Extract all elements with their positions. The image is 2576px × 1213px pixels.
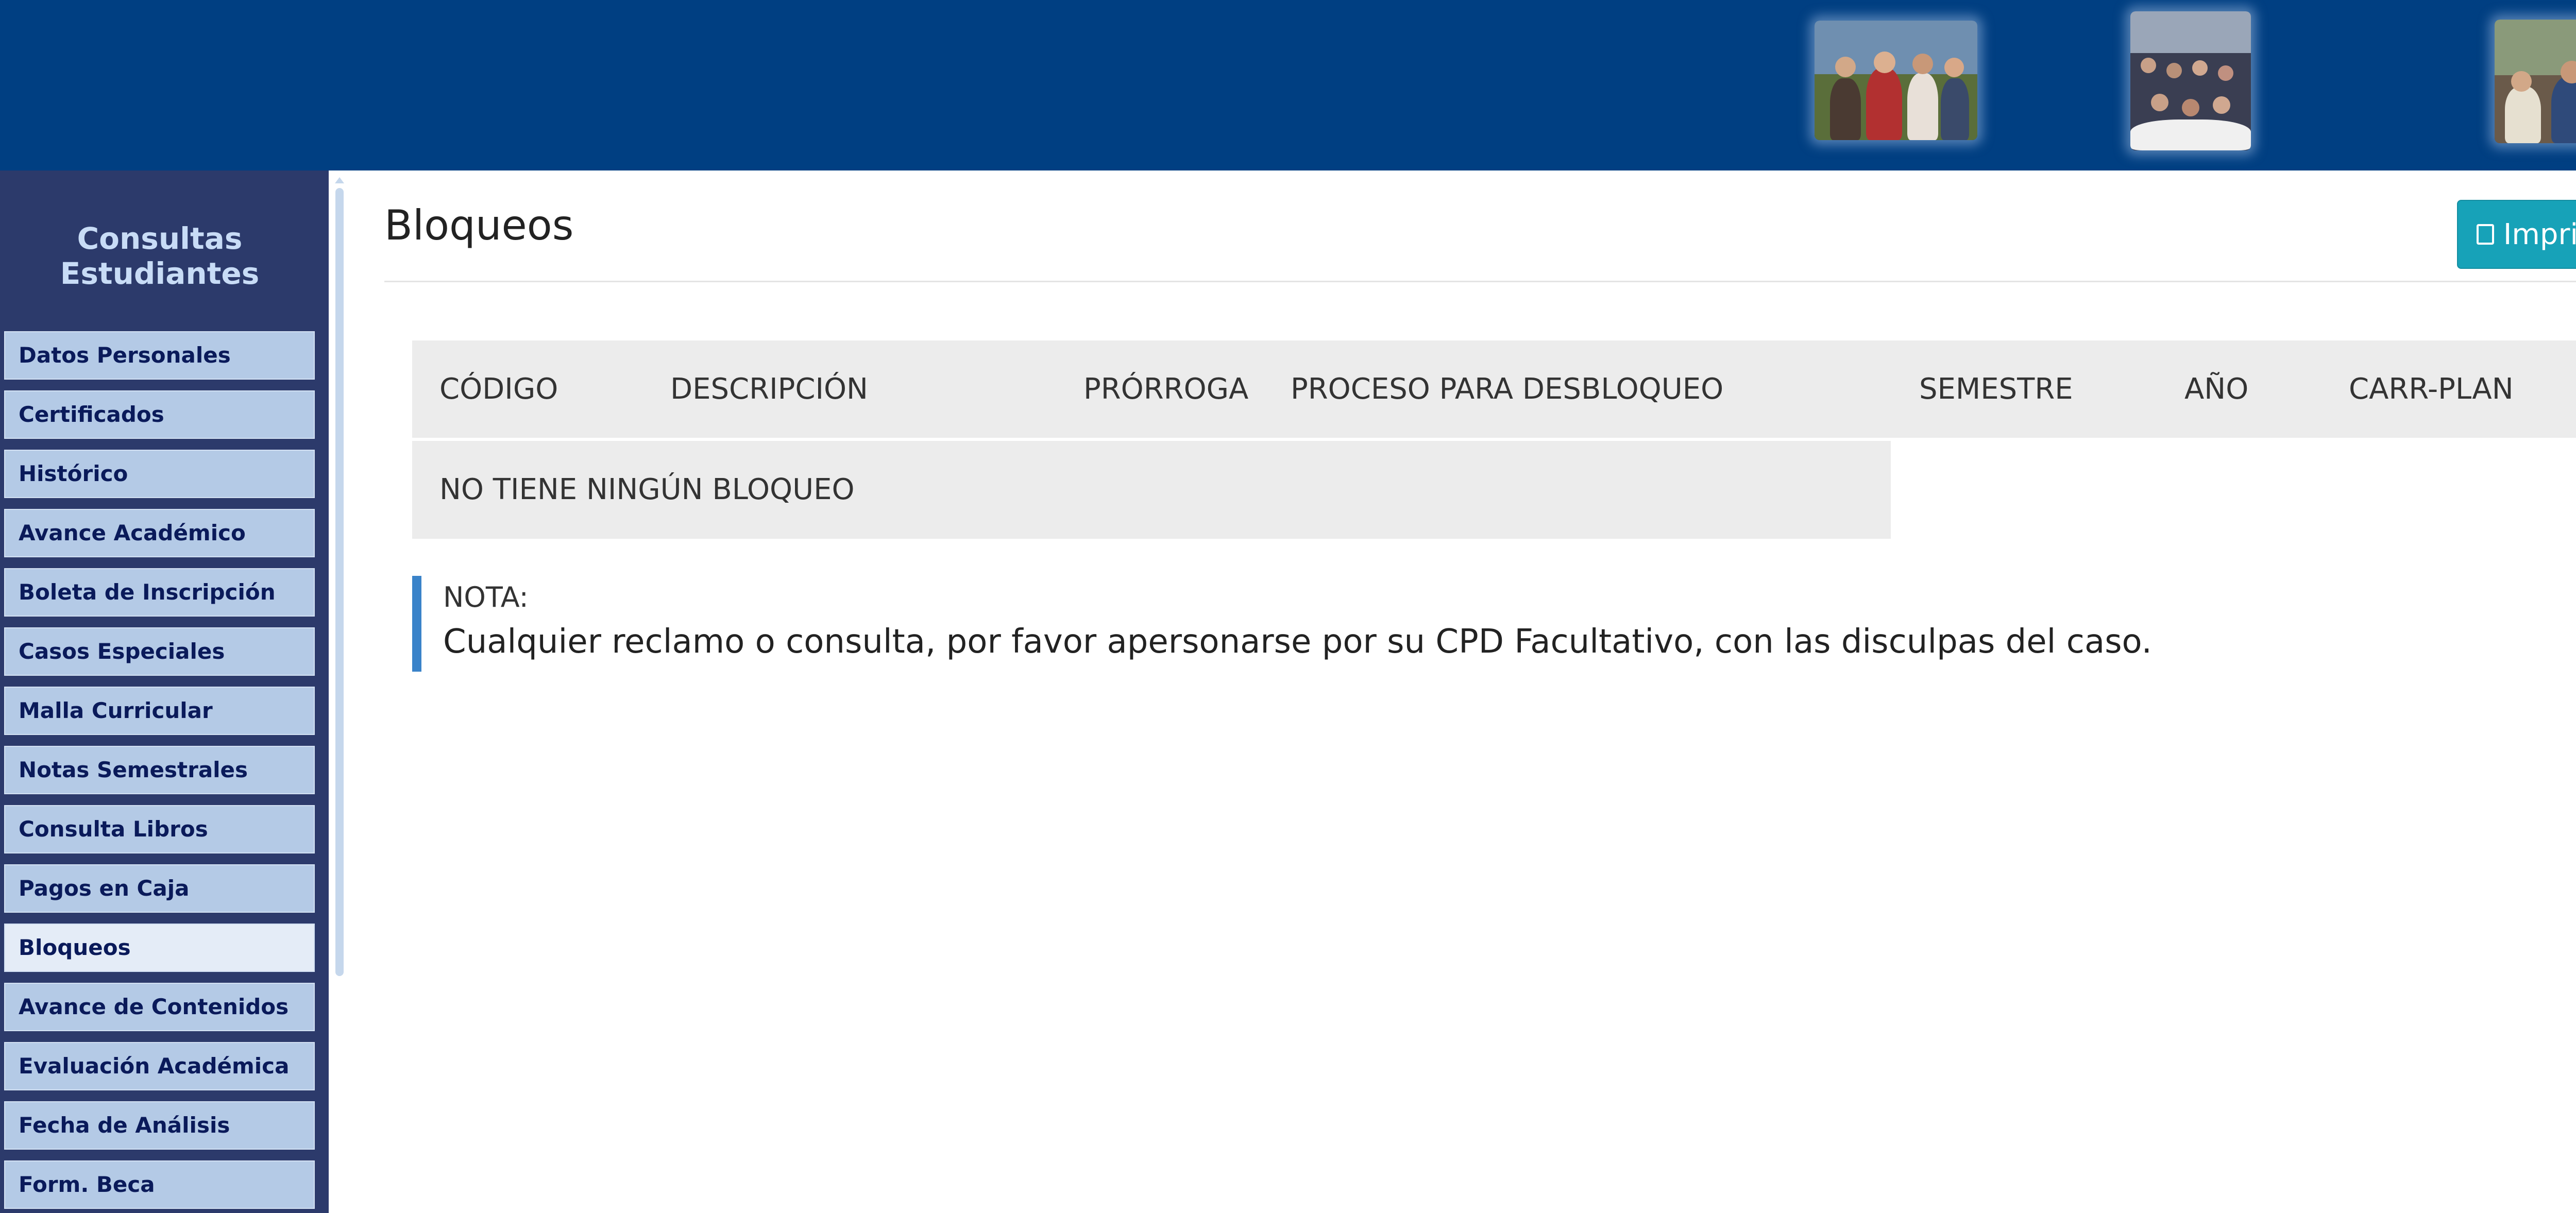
sidebar-item-avance-academico[interactable]: Avance Académico: [4, 509, 315, 557]
print-button[interactable]: Imprimir: [2457, 200, 2576, 269]
table-row: NO TIENE NINGÚN BLOQUEO: [412, 441, 1891, 539]
sidebar-item-malla-curricular[interactable]: Malla Curricular: [4, 687, 315, 735]
sidebar-item-avance-de-contenidos[interactable]: Avance de Contenidos: [4, 983, 315, 1031]
empty-table-message: NO TIENE NINGÚN BLOQUEO: [439, 473, 855, 506]
sidebar-item-boleta-de-inscripcion[interactable]: Boleta de Inscripción: [4, 568, 315, 617]
sidebar-item-fecha-de-analisis[interactable]: Fecha de Análisis: [4, 1101, 315, 1150]
sidebar-item-consulta-libros[interactable]: Consulta Libros: [4, 805, 315, 853]
print-button-label: Imprimir: [2503, 217, 2576, 251]
print-icon: [2476, 224, 2494, 245]
sidebar: Consultas Estudiantes Datos Personales C…: [0, 170, 329, 1213]
column-header-ano: AÑO: [2184, 372, 2249, 406]
sidebar-item-casos-especiales[interactable]: Casos Especiales: [4, 627, 315, 676]
sidebar-title-line-1: Consultas: [77, 221, 243, 256]
sidebar-item-bloqueos[interactable]: Bloqueos: [4, 924, 315, 972]
note-label: NOTA:: [443, 581, 529, 613]
sidebar-item-notas-semestrales[interactable]: Notas Semestrales: [4, 746, 315, 794]
sidebar-item-datos-personales[interactable]: Datos Personales: [4, 331, 315, 380]
header-banner: [0, 0, 2576, 170]
column-header-semestre: SEMESTRE: [1919, 372, 2073, 406]
note-callout: NOTA: Cualquier reclamo o consulta, por …: [412, 576, 2576, 672]
column-header-proceso-desbloqueo: PROCESO PARA DESBLOQUEO: [1291, 372, 1724, 406]
sidebar-title: Consultas Estudiantes: [0, 221, 319, 291]
banner-photo-students-group: [1815, 21, 1977, 140]
sidebar-item-certificados[interactable]: Certificados: [4, 390, 315, 439]
column-header-codigo: CÓDIGO: [439, 372, 558, 406]
sidebar-item-historico[interactable]: Histórico: [4, 450, 315, 498]
column-header-carr-plan: CARR-PLAN: [2349, 372, 2514, 406]
sidebar-item-form-beca[interactable]: Form. Beca: [4, 1160, 315, 1209]
sidebar-title-line-2: Estudiantes: [60, 256, 260, 291]
note-text: Cualquier reclamo o consulta, por favor …: [443, 623, 2152, 661]
left-frame-scrollbar[interactable]: [335, 188, 344, 976]
column-header-prorroga: PRÓRROGA: [1083, 372, 1249, 406]
banner-photo-classroom: [2130, 11, 2251, 150]
blocks-table-header: CÓDIGO DESCRIPCIÓN PRÓRROGA PROCESO PARA…: [412, 340, 2576, 438]
banner-photo-students-sitting: [2495, 20, 2576, 143]
column-header-descripcion: DESCRIPCIÓN: [670, 372, 868, 406]
page-title: Bloqueos: [384, 201, 574, 249]
title-divider: [384, 281, 2576, 282]
left-scroll-up-arrow[interactable]: [335, 177, 344, 183]
sidebar-item-evaluacion-academica[interactable]: Evaluación Académica: [4, 1042, 315, 1090]
sidebar-item-pagos-en-caja[interactable]: Pagos en Caja: [4, 864, 315, 913]
